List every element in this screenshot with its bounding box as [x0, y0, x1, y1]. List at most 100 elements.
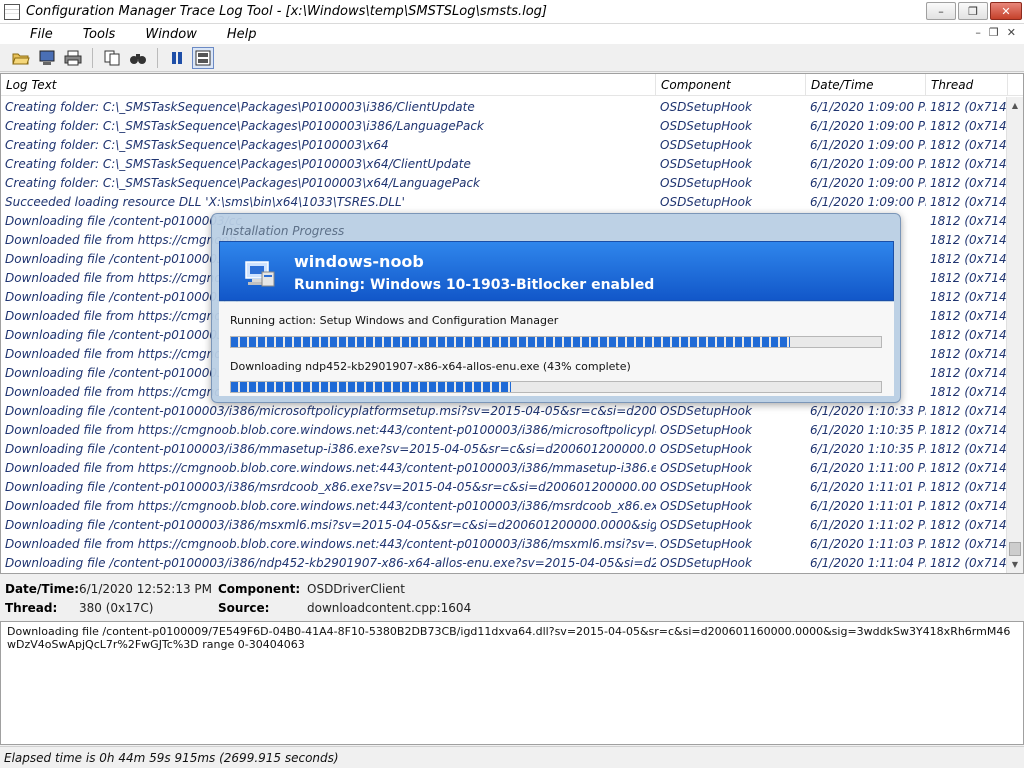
pause-icon[interactable]	[166, 47, 188, 69]
computer-icon[interactable]	[36, 47, 58, 69]
cell-datetime: 6/1/2020 1:10:35 PM	[810, 441, 926, 456]
table-row[interactable]: Creating folder: C:\_SMSTaskSequence\Pac…	[1, 135, 1008, 154]
cell-datetime: 6/1/2020 1:09:00 PM	[810, 118, 926, 133]
scroll-down-icon[interactable]: ▼	[1007, 556, 1023, 573]
cell-component: OSDSetupHook	[660, 118, 752, 133]
vertical-scrollbar[interactable]: ▲ ▼	[1006, 97, 1023, 573]
dialog-banner: windows-noob Running: Windows 10-1903-Bi…	[219, 241, 894, 301]
table-row[interactable]: Downloading file /content-p0100003/i386/…	[1, 515, 1008, 534]
cell-datetime: 6/1/2020 1:11:01 PM	[810, 479, 926, 494]
window-title: Configuration Manager Trace Log Tool - […	[26, 4, 547, 19]
table-row[interactable]: Downloaded file from https://cmgnoob.blo…	[1, 534, 1008, 553]
menu-help[interactable]: Help	[207, 27, 267, 42]
cell-thread: 1812 (0x714)	[930, 99, 1008, 114]
cell-text: Creating folder: C:\_SMSTaskSequence\Pac…	[5, 118, 484, 133]
cell-text: Creating folder: C:\_SMSTaskSequence\Pac…	[5, 99, 475, 114]
installation-progress-dialog[interactable]: Installation Progress windows-noob Runni…	[211, 213, 901, 403]
cell-text: Downloading file /content-p0100003/i386/…	[5, 441, 656, 456]
message-pane[interactable]: Downloading file /content-p0100009/7E549…	[0, 621, 1024, 745]
title-bar: Configuration Manager Trace Log Tool - […	[0, 0, 1024, 24]
cell-thread: 1812 (0x714)	[930, 555, 1008, 570]
column-header-datetime[interactable]: Date/Time	[806, 74, 926, 95]
download-progress-bar	[230, 381, 882, 393]
table-row[interactable]: Downloaded file from https://cmgnoob.blo…	[1, 420, 1008, 439]
cell-thread: 1812 (0x714)	[930, 213, 1008, 228]
toolbar	[0, 44, 1024, 72]
scroll-thumb[interactable]	[1009, 542, 1021, 556]
cell-component: OSDSetupHook	[660, 479, 752, 494]
cell-text: Creating folder: C:\_SMSTaskSequence\Pac…	[5, 175, 481, 190]
details-icon[interactable]	[192, 46, 214, 69]
window-controls: – ❐ ✕	[926, 2, 1022, 20]
scroll-up-icon[interactable]: ▲	[1007, 97, 1023, 114]
cell-component: OSDSetupHook	[660, 517, 752, 532]
column-header-log-text[interactable]: Log Text	[1, 74, 656, 95]
mdi-restore-button[interactable]: ❐	[989, 26, 999, 39]
action-progress-fill	[231, 337, 790, 347]
table-row[interactable]: Downloading file /content-p0100003/i386/…	[1, 439, 1008, 458]
table-row[interactable]: Downloading file /content-p0100003/i386/…	[1, 401, 1008, 420]
close-button[interactable]: ✕	[990, 2, 1022, 20]
minimize-button[interactable]: –	[926, 2, 956, 20]
restore-button[interactable]: ❐	[958, 2, 988, 20]
table-row[interactable]: Creating folder: C:\_SMSTaskSequence\Pac…	[1, 173, 1008, 192]
cell-datetime: 6/1/2020 1:09:00 PM	[810, 156, 926, 171]
cell-thread: 1812 (0x714)	[930, 137, 1008, 152]
cell-text: Downloading file /content-p0100003/i386/…	[5, 403, 656, 418]
cell-component: OSDSetupHook	[660, 99, 752, 114]
cell-thread: 1812 (0x714)	[930, 460, 1008, 475]
table-row[interactable]: Creating folder: C:\_SMSTaskSequence\Pac…	[1, 97, 1008, 116]
dialog-title: Installation Progress	[222, 224, 345, 238]
cell-datetime: 6/1/2020 1:11:03 PM	[810, 536, 926, 551]
dialog-body: Running action: Setup Windows and Config…	[219, 302, 894, 396]
menu-tools[interactable]: Tools	[63, 27, 126, 42]
find-icon[interactable]	[127, 47, 149, 69]
table-row[interactable]: Downloading file /content-p0100003/i386/…	[1, 477, 1008, 496]
open-icon[interactable]	[10, 47, 32, 69]
cell-component: OSDSetupHook	[660, 403, 752, 418]
cell-thread: 1812 (0x714)	[930, 118, 1008, 133]
cell-thread: 1812 (0x714)	[930, 441, 1008, 456]
cell-component: OSDSetupHook	[660, 137, 752, 152]
cell-text: Downloaded file from https://cmgnoob.blo…	[5, 460, 656, 475]
cell-thread: 1812 (0x714)	[930, 498, 1008, 513]
table-row[interactable]: Creating folder: C:\_SMSTaskSequence\Pac…	[1, 116, 1008, 135]
table-row[interactable]: Downloaded file from https://cmgnoob.blo…	[1, 496, 1008, 515]
cell-thread: 1812 (0x714)	[930, 327, 1008, 342]
table-row[interactable]: Succeeded loading resource DLL 'X:\sms\b…	[1, 192, 1008, 211]
cell-thread: 1812 (0x714)	[930, 536, 1008, 551]
app-icon	[4, 3, 20, 20]
component-label: Component:	[218, 582, 301, 596]
toolbar-separator	[92, 47, 93, 68]
cell-text: Creating folder: C:\_SMSTaskSequence\Pac…	[5, 156, 471, 171]
menu-window[interactable]: Window	[125, 27, 207, 42]
copy-icon[interactable]	[101, 47, 123, 69]
cell-thread: 1812 (0x714)	[930, 232, 1008, 247]
log-header: Log Text Component Date/Time Thread	[1, 74, 1023, 96]
cell-thread: 1812 (0x714)	[930, 403, 1008, 418]
menu-file[interactable]: File	[8, 27, 63, 42]
cell-datetime: 6/1/2020 1:11:02 PM	[810, 517, 926, 532]
table-row[interactable]: Downloading file /content-p0100003/i386/…	[1, 553, 1008, 572]
print-icon[interactable]	[62, 47, 84, 69]
datetime-value: 6/1/2020 12:52:13 PM	[79, 582, 213, 596]
mdi-close-button[interactable]: ✕	[1007, 26, 1016, 39]
cell-component: OSDSetupHook	[660, 536, 752, 551]
details-pane: Date/Time: 6/1/2020 12:52:13 PM Componen…	[0, 576, 1024, 620]
component-value: OSDDriverClient	[307, 582, 405, 596]
cell-text: Creating folder: C:\_SMSTaskSequence\Pac…	[5, 137, 389, 152]
table-row[interactable]: Creating folder: C:\_SMSTaskSequence\Pac…	[1, 154, 1008, 173]
cell-thread: 1812 (0x714)	[930, 365, 1008, 380]
column-header-component[interactable]: Component	[656, 74, 806, 95]
menu-bar: File Tools Window Help – ❐ ✕	[0, 24, 1024, 44]
cell-component: OSDSetupHook	[660, 175, 752, 190]
cell-thread: 1812 (0x714)	[930, 422, 1008, 437]
cell-text: Downloaded file from https://cmgnoob.blo…	[5, 498, 656, 513]
table-row[interactable]: Downloaded file from https://cmgnoob.blo…	[1, 458, 1008, 477]
cell-thread: 1812 (0x714)	[930, 194, 1008, 209]
cell-thread: 1812 (0x714)	[930, 308, 1008, 323]
computer-install-icon	[245, 261, 275, 287]
mdi-minimize-button[interactable]: –	[975, 26, 981, 39]
column-header-thread[interactable]: Thread	[926, 74, 1008, 95]
cell-text: Downloading file /content-p0100003/i386/…	[5, 555, 656, 570]
